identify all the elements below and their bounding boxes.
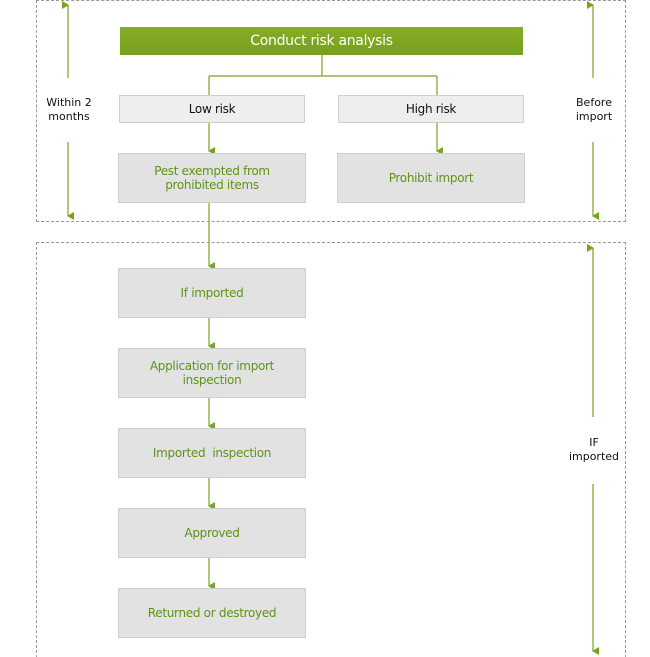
step-approved: Approved <box>118 508 306 558</box>
step-returned-destroyed: Returned or destroyed <box>118 588 306 638</box>
pest-exempted-box: Pest exempted from prohibited items <box>118 153 306 203</box>
if-imported-label: IF imported <box>568 436 620 463</box>
connectors <box>62 1 599 655</box>
within-2-months-label: Within 2 months <box>46 96 92 123</box>
before-import-label: Before import <box>575 96 613 123</box>
conduct-risk-analysis-box: Conduct risk analysis <box>120 27 523 55</box>
branch-connector <box>208 55 438 95</box>
prohibit-import-box: Prohibit import <box>337 153 525 203</box>
low-risk-box: Low risk <box>119 95 305 123</box>
step-inspection: Imported inspection <box>118 428 306 478</box>
high-risk-box: High risk <box>338 95 524 123</box>
step-if-imported: If imported <box>118 268 306 318</box>
step-application: Application for import inspection <box>118 348 306 398</box>
risk-analysis-flowchart: Conduct risk analysis Low risk High risk… <box>0 0 650 657</box>
